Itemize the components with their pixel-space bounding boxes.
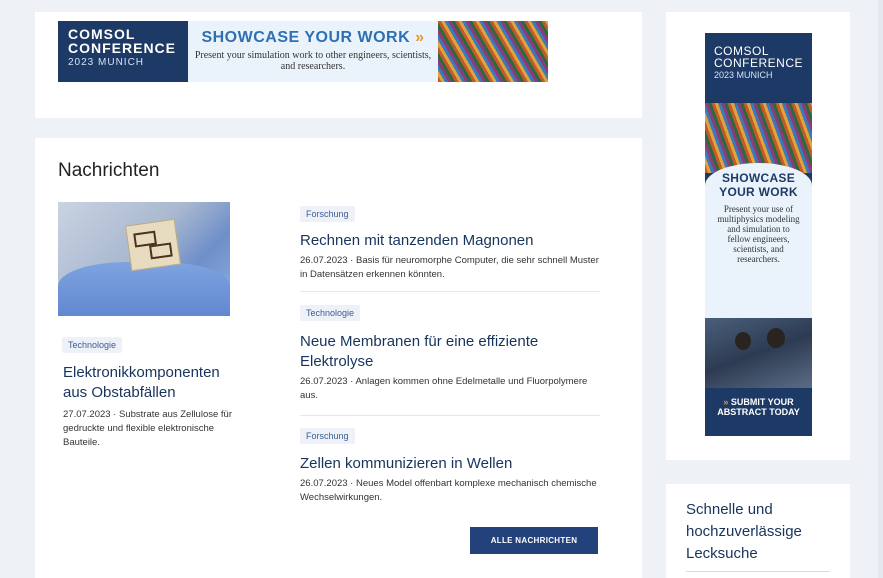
side-logo-line-3: 2023 MUNICH — [714, 70, 773, 80]
article-description: 26.07.2023 · Neues Model offenbart kompl… — [300, 478, 597, 503]
side-headline-line-1: SHOWCASE — [721, 171, 796, 185]
double-chevron-icon: » — [415, 29, 425, 46]
cta-line-2: ABSTRACT TODAY — [717, 407, 800, 417]
side-ad-people-photo — [705, 318, 812, 388]
featured-article-title[interactable]: Elektronikkomponenten aus Obstabfällen — [63, 363, 243, 403]
side-headline-line-2: YOUR WORK — [719, 185, 798, 199]
article-description: 26.07.2023 · Basis für neuromorphe Compu… — [300, 255, 599, 280]
cta-line-1: SUBMIT YOUR — [730, 397, 794, 407]
banner-headline: SHOWCASE YOUR WORK » — [188, 29, 438, 47]
article-divider — [300, 415, 600, 416]
person-head — [767, 328, 785, 348]
banner-subline: Present your simulation work to other en… — [194, 50, 432, 72]
banner-logo: COMSOL CONFERENCE 2023 MUNICH — [58, 21, 188, 82]
side-teaser-title[interactable]: Schnelle und hochzuverlässige Lecksuche — [686, 499, 836, 565]
featured-article-image[interactable] — [58, 202, 230, 316]
featured-category-tag[interactable]: Technologie — [62, 337, 123, 353]
side-ad-subline: Present your use of multiphysics modelin… — [717, 204, 800, 264]
article-category-tag[interactable]: Technologie — [300, 305, 361, 321]
person-head — [735, 332, 751, 350]
side-divider — [686, 571, 830, 572]
article-title[interactable]: Rechnen mit tanzenden Magnonen — [300, 231, 600, 251]
logo-line-2: CONFERENCE — [68, 40, 177, 56]
section-title: Nachrichten — [58, 160, 160, 181]
logo-line-1: COMSOL — [68, 26, 136, 42]
chip-trace — [149, 242, 173, 260]
side-ad-headline: SHOWCASE YOUR WORK — [705, 171, 812, 199]
article-divider — [300, 291, 600, 292]
all-news-button[interactable]: ALLE NACHRICHTEN — [470, 527, 598, 554]
banner-message: SHOWCASE YOUR WORK » Present your simula… — [188, 21, 438, 82]
side-ad-cta: » SUBMIT YOUR ABSTRACT TODAY — [705, 397, 812, 417]
chip-shape — [125, 218, 181, 272]
banner-headline-text: SHOWCASE YOUR WORK — [201, 29, 411, 46]
side-ad-logo: COMSOL CONFERENCE 2023 MUNICH — [705, 33, 812, 80]
side-ad-message: SHOWCASE YOUR WORK Present your use of m… — [705, 163, 812, 323]
article-description: 26.07.2023 · Anlagen kommen ohne Edelmet… — [300, 376, 588, 401]
article-title[interactable]: Neue Membranen für eine effiziente Elekt… — [300, 332, 590, 372]
comsol-banner-ad[interactable]: COMSOL CONFERENCE 2023 MUNICH SHOWCASE Y… — [58, 21, 548, 82]
double-chevron-icon: » — [723, 397, 729, 407]
side-logo-line-2: CONFERENCE — [714, 56, 804, 70]
article-category-tag[interactable]: Forschung — [300, 428, 355, 444]
article-category-tag[interactable]: Forschung — [300, 206, 355, 222]
featured-article-description: 27.07.2023 · Substrate aus Zellulose für… — [63, 409, 232, 448]
comsol-skyscraper-ad[interactable]: COMSOL CONFERENCE 2023 MUNICH SHOWCASE Y… — [705, 33, 812, 436]
page-edge — [878, 0, 883, 578]
glove-shape — [58, 262, 230, 316]
article-title[interactable]: Zellen kommunizieren in Wellen — [300, 454, 600, 474]
banner-cables-image — [438, 21, 548, 82]
logo-line-3: 2023 MUNICH — [68, 57, 145, 68]
